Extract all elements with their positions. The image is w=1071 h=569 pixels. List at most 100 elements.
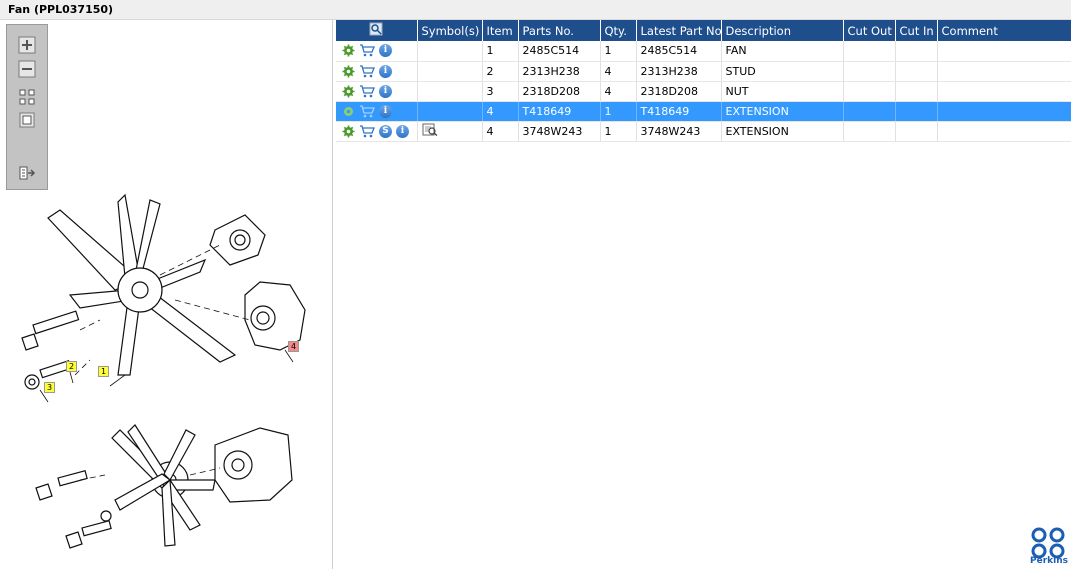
cell-symbols	[417, 61, 483, 82]
column-header-description[interactable]: Description	[721, 20, 844, 41]
cell-comment	[937, 81, 1071, 102]
view-symbol-icon[interactable]	[422, 123, 438, 137]
cart-icon[interactable]	[359, 64, 375, 78]
cell-description: EXTENSION	[721, 121, 844, 142]
cell-description: EXTENSION	[721, 101, 844, 122]
exploded-parts-diagram	[21, 193, 306, 549]
cell-item: 3	[482, 81, 519, 102]
cell-cut-out	[843, 101, 896, 122]
title-bar: Fan (PPL037150)	[0, 0, 1071, 20]
parts-table: Symbol(s) Item Parts No. Qty. Latest Par…	[336, 20, 1071, 142]
cell-cut-out	[843, 121, 896, 142]
cart-icon[interactable]	[359, 44, 375, 57]
cell-symbols	[417, 81, 483, 102]
parts-list-pane: Symbol(s) Item Parts No. Qty. Latest Par…	[336, 20, 1071, 569]
illustration-pane[interactable]: 1 2 3 4	[0, 20, 333, 569]
gear-icon[interactable]	[342, 105, 355, 118]
supersession-icon[interactable]: S	[379, 124, 392, 138]
table-row[interactable]: i 2 2313H238 4 2313H238 STUD	[336, 61, 1071, 82]
cell-comment	[937, 41, 1071, 62]
cell-cut-out	[843, 81, 896, 102]
cell-cut-in	[895, 81, 938, 102]
fit-window-icon	[19, 112, 35, 128]
table-row-selected[interactable]: i 4 T418649 1 T418649 EXTENSION	[336, 101, 1071, 122]
zoom-out-icon	[18, 60, 36, 78]
row-actions: i	[336, 101, 418, 122]
cell-parts-no: 3748W243	[518, 121, 601, 142]
cell-symbols	[417, 101, 483, 122]
cell-cut-in	[895, 41, 938, 62]
export-button[interactable]	[16, 163, 38, 183]
search-icon[interactable]	[369, 22, 383, 36]
viewer-toolbox	[6, 24, 48, 190]
cell-latest-part-no: 3748W243	[636, 121, 722, 142]
column-header-cut-out[interactable]: Cut Out	[843, 20, 896, 41]
row-actions: i	[336, 81, 418, 102]
column-header-cut-in[interactable]: Cut In	[895, 20, 938, 41]
fit-all-icon	[19, 89, 35, 105]
gear-icon[interactable]	[342, 125, 355, 138]
info-icon[interactable]: i	[379, 44, 392, 58]
callout-label[interactable]: 3	[44, 382, 56, 393]
cell-cut-out	[843, 61, 896, 82]
cart-icon[interactable]	[359, 84, 375, 98]
cart-icon[interactable]	[359, 104, 375, 118]
cell-qty: 4	[600, 61, 637, 82]
gear-icon[interactable]	[342, 44, 355, 57]
table-row[interactable]: i 1 2485C514 1 2485C514 FAN	[336, 41, 1071, 62]
info-icon[interactable]: i	[379, 84, 392, 98]
callout-label[interactable]: 4	[288, 341, 300, 352]
export-icon	[19, 166, 36, 180]
info-icon[interactable]: i	[396, 124, 409, 138]
cell-qty: 1	[600, 41, 637, 62]
cart-icon[interactable]	[359, 124, 375, 138]
cell-item: 4	[482, 101, 519, 122]
cell-item: 2	[482, 61, 519, 82]
column-header-actions[interactable]	[336, 20, 418, 41]
cell-description: STUD	[721, 61, 844, 82]
cell-parts-no: T418649	[518, 101, 601, 122]
cell-comment	[937, 101, 1071, 122]
row-actions: i	[336, 61, 418, 82]
cell-symbols	[417, 121, 483, 142]
cell-qty: 4	[600, 81, 637, 102]
cell-description: FAN	[721, 41, 844, 62]
column-header-item[interactable]: Item	[482, 20, 519, 41]
column-header-symbols[interactable]: Symbol(s)	[417, 20, 483, 41]
zoom-out-button[interactable]	[16, 59, 38, 79]
fit-window-button[interactable]	[16, 110, 38, 130]
cell-item: 4	[482, 121, 519, 142]
brand-name: Perkins	[1030, 556, 1068, 566]
zoom-in-icon	[18, 36, 36, 54]
cell-comment	[937, 121, 1071, 142]
cell-latest-part-no: 2485C514	[636, 41, 722, 62]
gear-icon[interactable]	[342, 85, 355, 98]
column-header-latest-part-no[interactable]: Latest Part No.	[636, 20, 722, 41]
cell-latest-part-no: 2318D208	[636, 81, 722, 102]
table-row[interactable]: S i 4 3748W243 1 3748W243 EXTENSION	[336, 121, 1071, 142]
cell-symbols	[417, 41, 483, 62]
column-header-qty[interactable]: Qty.	[600, 20, 637, 41]
zoom-in-button[interactable]	[16, 35, 38, 55]
cell-cut-out	[843, 41, 896, 62]
cell-latest-part-no: 2313H238	[636, 61, 722, 82]
info-icon[interactable]: i	[379, 104, 392, 118]
cell-comment	[937, 61, 1071, 82]
cell-parts-no: 2485C514	[518, 41, 601, 62]
cell-latest-part-no: T418649	[636, 101, 722, 122]
column-header-comment[interactable]: Comment	[937, 20, 1071, 41]
table-row[interactable]: i 3 2318D208 4 2318D208 NUT	[336, 81, 1071, 102]
cell-parts-no: 2318D208	[518, 81, 601, 102]
cell-cut-in	[895, 101, 938, 122]
table-header-row: Symbol(s) Item Parts No. Qty. Latest Par…	[336, 20, 1071, 41]
cell-cut-in	[895, 121, 938, 142]
gear-icon[interactable]	[342, 65, 355, 78]
callout-label[interactable]: 2	[66, 361, 78, 372]
window-title: Fan (PPL037150)	[8, 3, 114, 16]
callout-label[interactable]: 1	[98, 366, 110, 377]
column-header-parts-no[interactable]: Parts No.	[518, 20, 601, 41]
cell-item: 1	[482, 41, 519, 62]
fit-all-button[interactable]	[16, 87, 38, 107]
row-actions: S i	[336, 121, 418, 142]
info-icon[interactable]: i	[379, 64, 392, 78]
